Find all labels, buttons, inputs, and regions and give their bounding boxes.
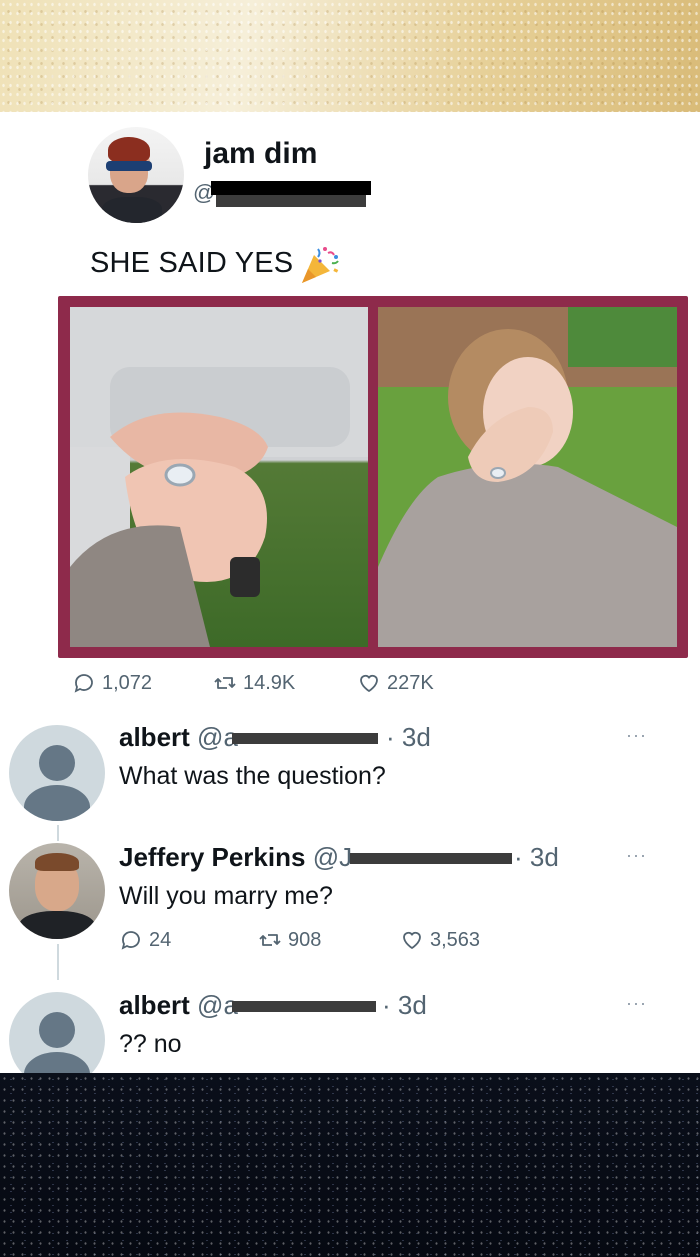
- more-options-icon[interactable]: ···: [626, 725, 647, 746]
- like-count: 3,563: [430, 928, 481, 951]
- reply-author-name[interactable]: albert: [119, 722, 190, 752]
- retweet-count: 908: [288, 928, 322, 951]
- reply-author-name[interactable]: Jeffery Perkins: [119, 842, 305, 872]
- reply-avatar-jeffery[interactable]: [9, 843, 105, 939]
- reply-text: What was the question?: [119, 762, 386, 790]
- redaction-bar: [350, 853, 512, 864]
- heart-icon: [403, 931, 421, 950]
- thread-line: [57, 825, 59, 841]
- party-popper-icon: [302, 247, 339, 283]
- reply-timestamp: · 3d: [386, 722, 431, 752]
- heart-icon: [360, 674, 378, 693]
- retweet-count: 14.9K: [243, 671, 296, 694]
- reply-count-button[interactable]: 1,072: [72, 671, 152, 695]
- reply-header: Jeffery Perkins @J: [119, 842, 352, 873]
- reply-timestamp: · 3d: [382, 990, 427, 1020]
- photo-woman-showing-ring[interactable]: [378, 307, 677, 647]
- reply-icon: [121, 931, 140, 950]
- reply-header: albert @a: [119, 722, 238, 753]
- like-count-button[interactable]: 3,563: [400, 928, 480, 952]
- retweet-count-button[interactable]: 14.9K: [213, 671, 295, 695]
- top-gold-background: [0, 0, 700, 112]
- reply-header: albert @a: [119, 990, 238, 1021]
- reply-count: 1,072: [102, 671, 153, 694]
- reply-count: 24: [149, 928, 172, 951]
- reply-author-handle[interactable]: @J: [313, 842, 352, 872]
- more-options-icon[interactable]: ···: [626, 993, 647, 1014]
- reply-author-name[interactable]: albert: [119, 990, 190, 1020]
- reply-text: ?? no: [119, 1030, 182, 1058]
- reply-count-button[interactable]: 24: [119, 928, 171, 952]
- retweet-icon: [259, 934, 281, 946]
- like-count-button[interactable]: 227K: [357, 671, 434, 695]
- author-display-name[interactable]: jam dim: [204, 137, 317, 171]
- redaction-bar: [211, 181, 371, 195]
- author-avatar[interactable]: [88, 127, 184, 223]
- redaction-bar: [232, 1001, 376, 1012]
- thread-line: [57, 944, 59, 980]
- reply-icon: [74, 674, 93, 693]
- redaction-bar: [232, 733, 378, 744]
- like-count: 227K: [387, 671, 434, 694]
- reply-timestamp: · 3d: [514, 842, 559, 872]
- photo-ring-hand[interactable]: [70, 307, 368, 647]
- retweet-count-button[interactable]: 908: [258, 928, 321, 952]
- bottom-dark-overlay: [0, 1073, 700, 1257]
- reply-avatar-default[interactable]: [9, 725, 105, 821]
- retweet-icon: [214, 677, 236, 689]
- reply-text: Will you marry me?: [119, 882, 333, 910]
- tweet-text: SHE SAID YES: [90, 247, 294, 279]
- redaction-bar: [216, 195, 366, 207]
- more-options-icon[interactable]: ···: [626, 845, 647, 866]
